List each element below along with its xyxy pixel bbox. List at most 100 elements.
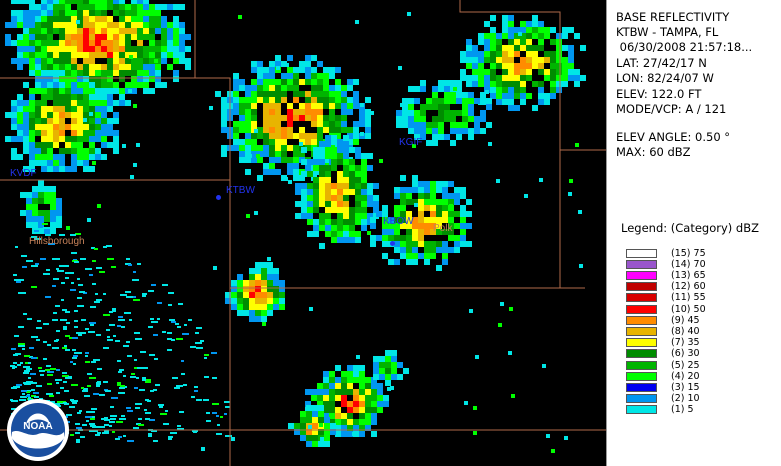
reflectivity-cell [89,106,95,112]
reflectivity-cell [355,147,361,153]
reflectivity-cell [520,57,526,63]
reflectivity-cell [71,34,77,40]
reflectivity-cell [262,322,266,326]
reflectivity-cell [179,40,185,46]
reflectivity-cell [23,106,29,112]
reflectivity-cell [79,410,82,412]
reflectivity-cell [83,0,89,4]
reflectivity-cell [319,201,325,207]
reflectivity-cell [35,28,41,34]
reflectivity-cell [105,390,111,392]
reflectivity-cell [65,94,71,100]
reflectivity-cell [341,413,347,419]
reflectivity-cell [245,139,251,145]
reflectivity-cell [11,148,17,154]
reflectivity-cell [11,10,17,16]
reflectivity-cell [83,76,89,82]
reflectivity-cell [311,67,317,73]
reflectivity-cell [29,46,35,52]
reflectivity-cell [26,192,32,198]
reflectivity-cell [65,112,71,118]
reflectivity-cell [347,103,353,109]
reflectivity-cell [70,289,76,291]
reflectivity-cell [55,379,62,381]
reflectivity-cell [101,52,107,58]
reflectivity-cell [508,69,514,75]
reflectivity-cell [460,187,466,193]
reflectivity-cell [31,336,38,338]
reflectivity-cell [361,165,367,171]
legend-label: (4) 20 [671,370,700,382]
reflectivity-cell [460,223,466,229]
reflectivity-cell [101,118,107,124]
reflectivity-cell [254,211,258,215]
reflectivity-cell [89,10,95,16]
legend-label: (7) 35 [671,337,700,349]
reflectivity-cell [119,10,125,16]
reflectivity-cell [317,121,323,127]
reflectivity-cell [29,154,35,160]
reflectivity-cell [143,34,149,40]
reflectivity-cell [83,148,89,154]
reflectivity-cell [355,237,361,243]
reflectivity-cell [255,268,261,274]
reflectivity-cell [13,354,18,356]
reflectivity-cell [125,64,131,70]
reflectivity-cell [149,34,155,40]
reflectivity-cell [168,292,174,294]
reflectivity-cell [526,75,532,81]
reflectivity-cell [538,93,544,99]
reflectivity-cell [77,64,83,70]
reflectivity-cell [546,434,550,438]
reflectivity-cell [347,401,353,407]
reflectivity-cell [77,118,83,124]
reflectivity-cell [347,413,353,419]
reflectivity-cell [562,27,568,33]
reflectivity-cell [233,73,239,79]
reflectivity-cell [46,269,50,271]
reflectivity-cell [29,16,35,22]
reflectivity-cell [365,121,371,127]
reflectivity-cell [96,383,101,385]
legend-item: (5) 25 [626,360,700,371]
reflectivity-cell [126,296,133,298]
reflectivity-cell [107,88,113,94]
reflectivity-cell [520,45,526,51]
reflectivity-cell [275,109,281,115]
reflectivity-cell [155,64,161,70]
reflectivity-cell [496,39,502,45]
reflectivity-cell [134,359,137,361]
reflectivity-cell [221,115,227,121]
reflectivity-cell [478,81,484,87]
reflectivity-cell [23,22,29,28]
reflectivity-cell [143,88,149,94]
reflectivity-cell [47,64,53,70]
reflectivity-cell [275,169,281,175]
reflectivity-cell [305,79,311,85]
reflectivity-cell [233,103,239,109]
reflectivity-cell [221,127,227,133]
reflectivity-cell [87,218,91,222]
reflectivity-cell [502,81,508,87]
reflectivity-cell [71,384,78,386]
reflectivity-cell [269,163,275,169]
reflectivity-cell [337,231,343,237]
legend-item: (15) 75 [626,248,706,259]
reflectivity-cell [143,16,149,22]
reflectivity-cell [359,377,365,383]
reflectivity-cell [179,28,185,34]
reflectivity-cell [508,33,514,39]
reflectivity-cell [45,369,50,371]
reflectivity-cell [466,241,472,247]
reflectivity-cell [273,268,279,274]
reflectivity-cell [468,98,474,104]
reflectivity-cell [74,310,78,312]
reflectivity-cell [17,40,23,46]
reflectivity-cell [432,104,438,110]
reflectivity-cell [92,411,95,413]
reflectivity-cell [323,79,329,85]
reflectivity-cell [59,154,65,160]
reflectivity-cell [273,292,279,298]
reflectivity-cell [107,34,113,40]
reflectivity-cell [478,51,484,57]
